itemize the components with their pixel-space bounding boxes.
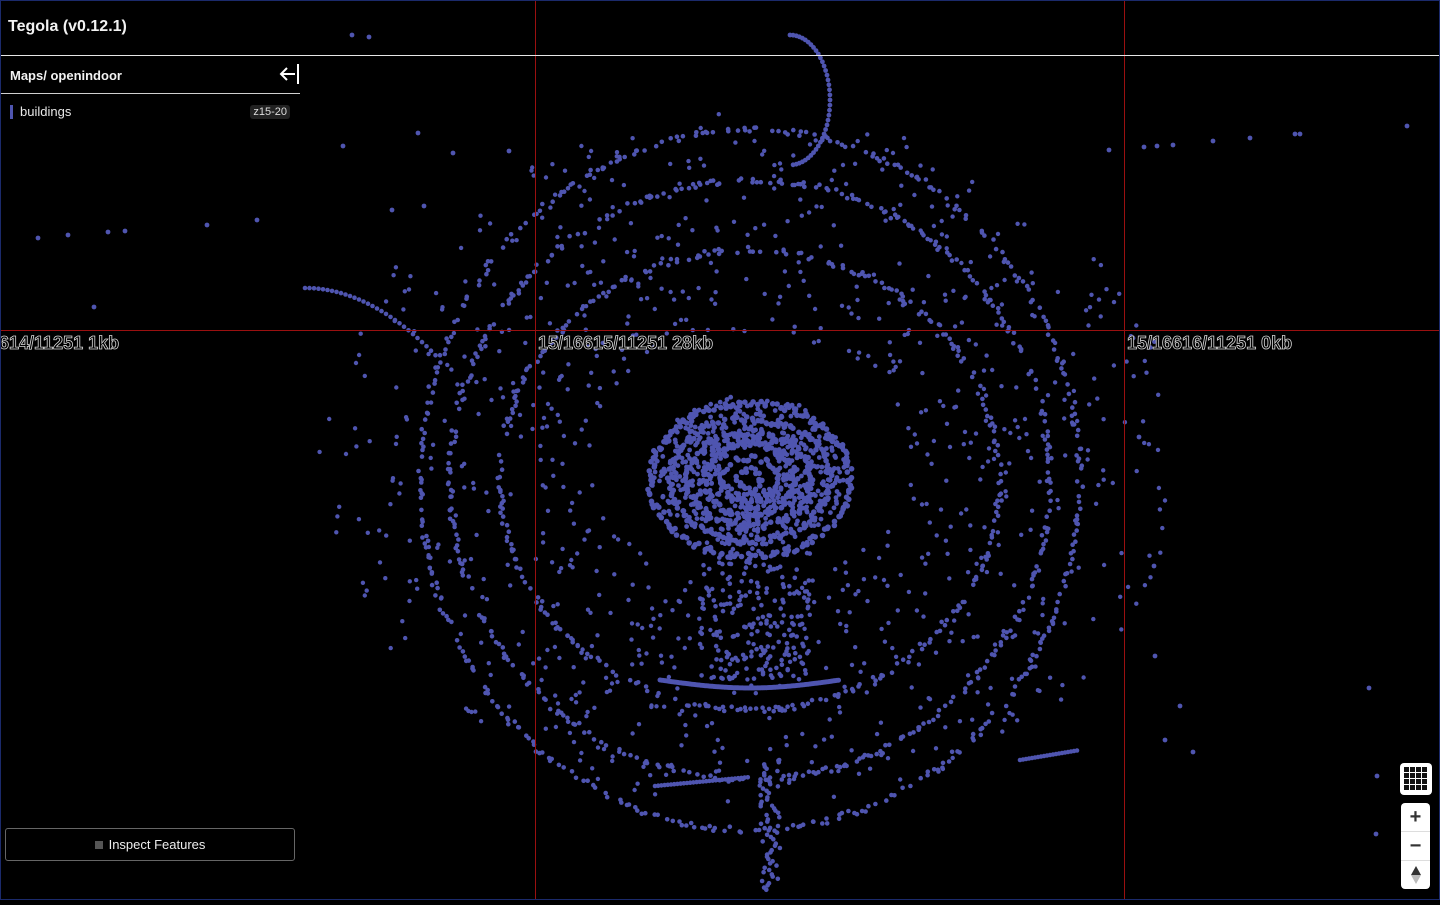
layer-color-swatch: [10, 105, 13, 119]
layers-sidebar: Maps/ openindoor buildings z15-20: [0, 57, 300, 128]
compass-button[interactable]: [1401, 861, 1430, 889]
layer-zoom-range: z15-20: [250, 105, 290, 119]
grid-toggle-button[interactable]: [1400, 763, 1432, 795]
arrow-left-icon[interactable]: [276, 62, 300, 86]
inspect-features-label: Inspect Features: [108, 837, 206, 852]
sidebar-header: Maps/ openindoor: [0, 57, 300, 94]
layer-name: buildings: [20, 104, 72, 119]
layer-item-buildings[interactable]: buildings z15-20: [0, 100, 300, 128]
tile-label: 15/16616/11251 0kb: [1127, 333, 1293, 354]
zoom-controls: + −: [1401, 803, 1430, 889]
zoom-out-button[interactable]: −: [1401, 832, 1430, 861]
compass-icon: [1410, 866, 1421, 884]
tile-boundary: [535, 0, 536, 900]
tile-boundary: [0, 330, 1440, 331]
tile-boundary: [1124, 0, 1125, 900]
feature-points: [35, 32, 1410, 893]
inspect-features-button[interactable]: Inspect Features: [5, 828, 295, 861]
tile-label: 614/11251 1kb: [0, 333, 120, 354]
grid-icon: [1404, 767, 1427, 790]
map-canvas[interactable]: 614/11251 1kb 15/16615/11251 28kb 15/166…: [0, 0, 1440, 900]
checkbox-icon: [94, 840, 103, 849]
app-header: Tegola (v0.12.1): [0, 0, 1440, 56]
map-title: Maps/ openindoor: [10, 68, 122, 83]
zoom-in-button[interactable]: +: [1401, 803, 1430, 832]
tile-label: 15/16615/11251 28kb: [538, 333, 714, 354]
app-title: Tegola (v0.12.1): [8, 18, 127, 35]
